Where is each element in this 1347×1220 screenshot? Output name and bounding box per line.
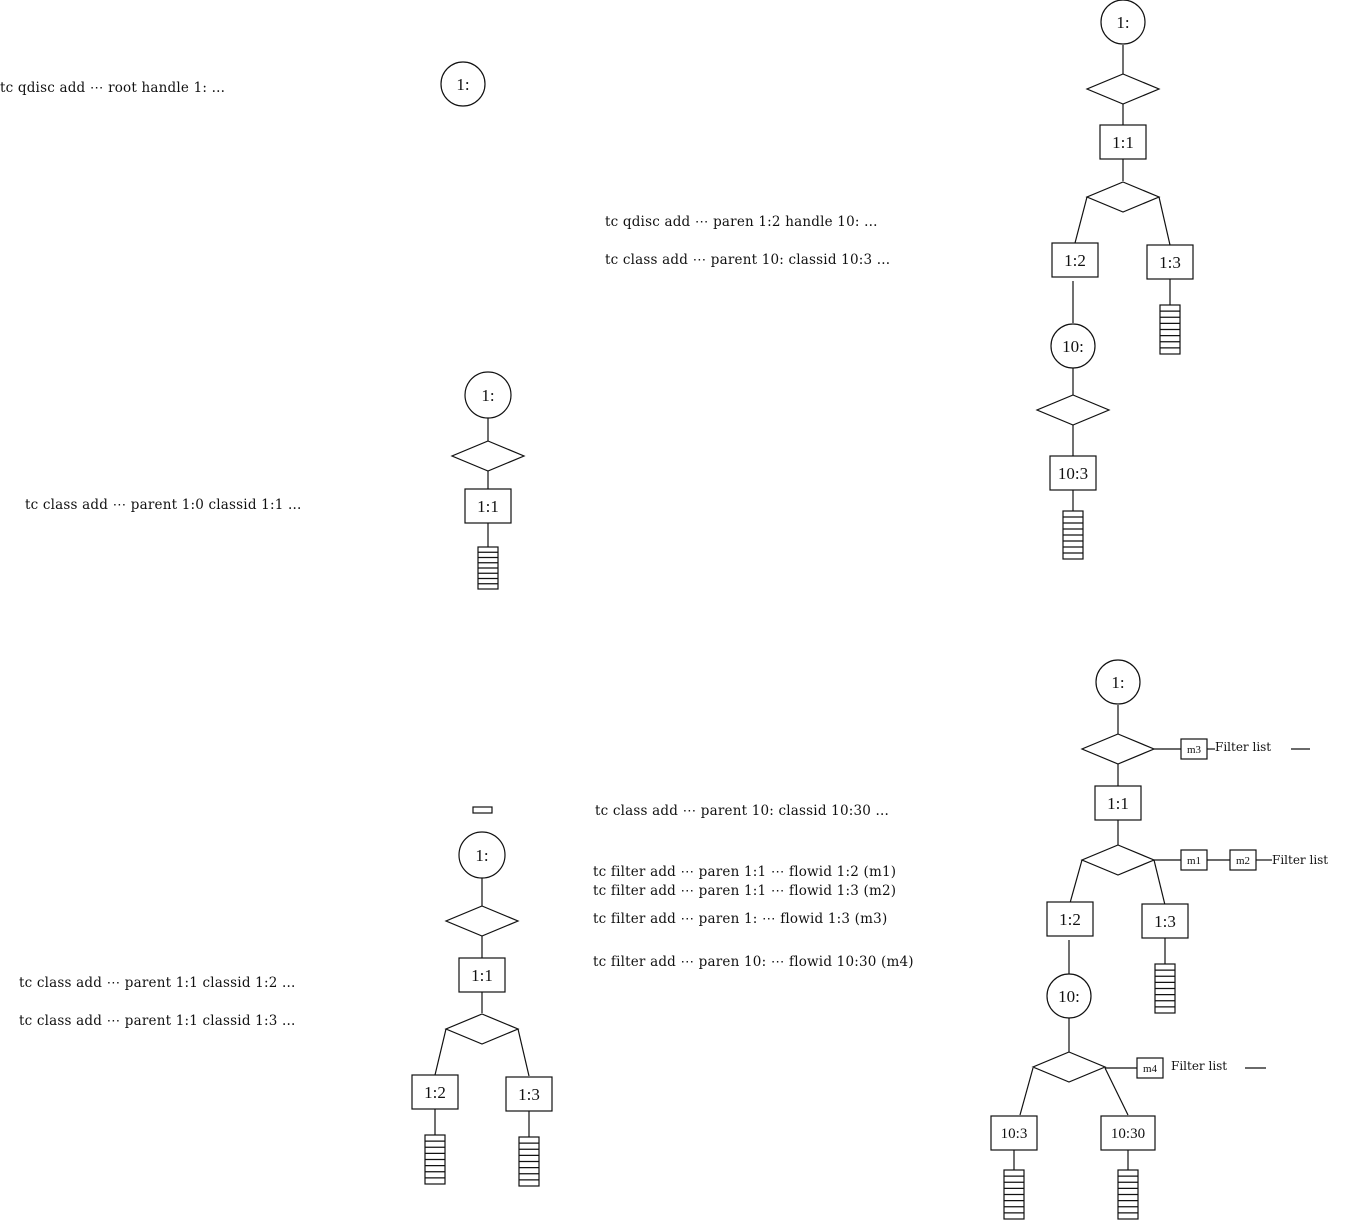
class-label: 1:1 bbox=[1107, 794, 1129, 813]
connector-line bbox=[1153, 859, 1166, 906]
connector-line bbox=[1069, 859, 1083, 904]
small-rect-icon bbox=[472, 806, 493, 814]
qdisc-label: 10: bbox=[1062, 337, 1084, 356]
class-label: 1:2 bbox=[1059, 910, 1081, 929]
connector-line bbox=[434, 1028, 447, 1076]
class-label: 1:2 bbox=[1064, 251, 1086, 270]
classifier-diamond bbox=[1080, 844, 1156, 876]
qdisc-label: 1: bbox=[1111, 673, 1124, 692]
qdisc-label: 10: bbox=[1058, 987, 1080, 1006]
qdisc-label: 1: bbox=[481, 386, 494, 405]
filter-list-label: Filter list bbox=[1171, 1059, 1227, 1073]
classifier-diamond bbox=[1080, 733, 1156, 765]
class-label: 1:1 bbox=[1112, 133, 1134, 152]
filter-label: m3 bbox=[1187, 744, 1202, 756]
classifier-diamond bbox=[1085, 181, 1161, 213]
class-label: 1:3 bbox=[1154, 912, 1176, 931]
filter-list-label: Filter list bbox=[1215, 740, 1271, 754]
classifier-diamond bbox=[450, 440, 526, 472]
filter-label: m1 bbox=[1187, 855, 1201, 867]
class-label: 1:3 bbox=[518, 1085, 540, 1104]
class-label: 10:3 bbox=[1058, 464, 1088, 483]
class-label: 1:1 bbox=[477, 497, 499, 516]
connector-line bbox=[517, 1028, 530, 1077]
classifier-diamond bbox=[1031, 1051, 1107, 1083]
connector-line bbox=[1019, 1067, 1034, 1116]
class-label: 1:2 bbox=[424, 1083, 446, 1102]
class-label: 10:3 bbox=[1001, 1126, 1028, 1142]
tc-hierarchy-canvas: 1: 1: 1:1 1: 1:1 1:2 1:3 1: 1:1 1:2 1:3 10: 10:3 1: m3… bbox=[411, 0, 1328, 1220]
qdisc-label: 1: bbox=[475, 846, 488, 865]
connector-line bbox=[1158, 196, 1171, 246]
connector-line bbox=[1074, 196, 1088, 244]
classifier-diamond bbox=[1085, 73, 1161, 105]
classifier-diamond bbox=[444, 905, 520, 937]
connector-line bbox=[1104, 1067, 1129, 1116]
qdisc-label: 1: bbox=[456, 75, 469, 94]
filter-label: m2 bbox=[1236, 855, 1250, 867]
class-label: 10:30 bbox=[1111, 1126, 1145, 1142]
filter-list-label: Filter list bbox=[1272, 853, 1328, 867]
class-label: 1:1 bbox=[471, 966, 493, 985]
class-label: 1:3 bbox=[1159, 253, 1181, 272]
classifier-diamond bbox=[444, 1013, 520, 1045]
filter-label: m4 bbox=[1143, 1063, 1158, 1075]
classifier-diamond bbox=[1035, 394, 1111, 426]
qdisc-label: 1: bbox=[1116, 13, 1129, 32]
